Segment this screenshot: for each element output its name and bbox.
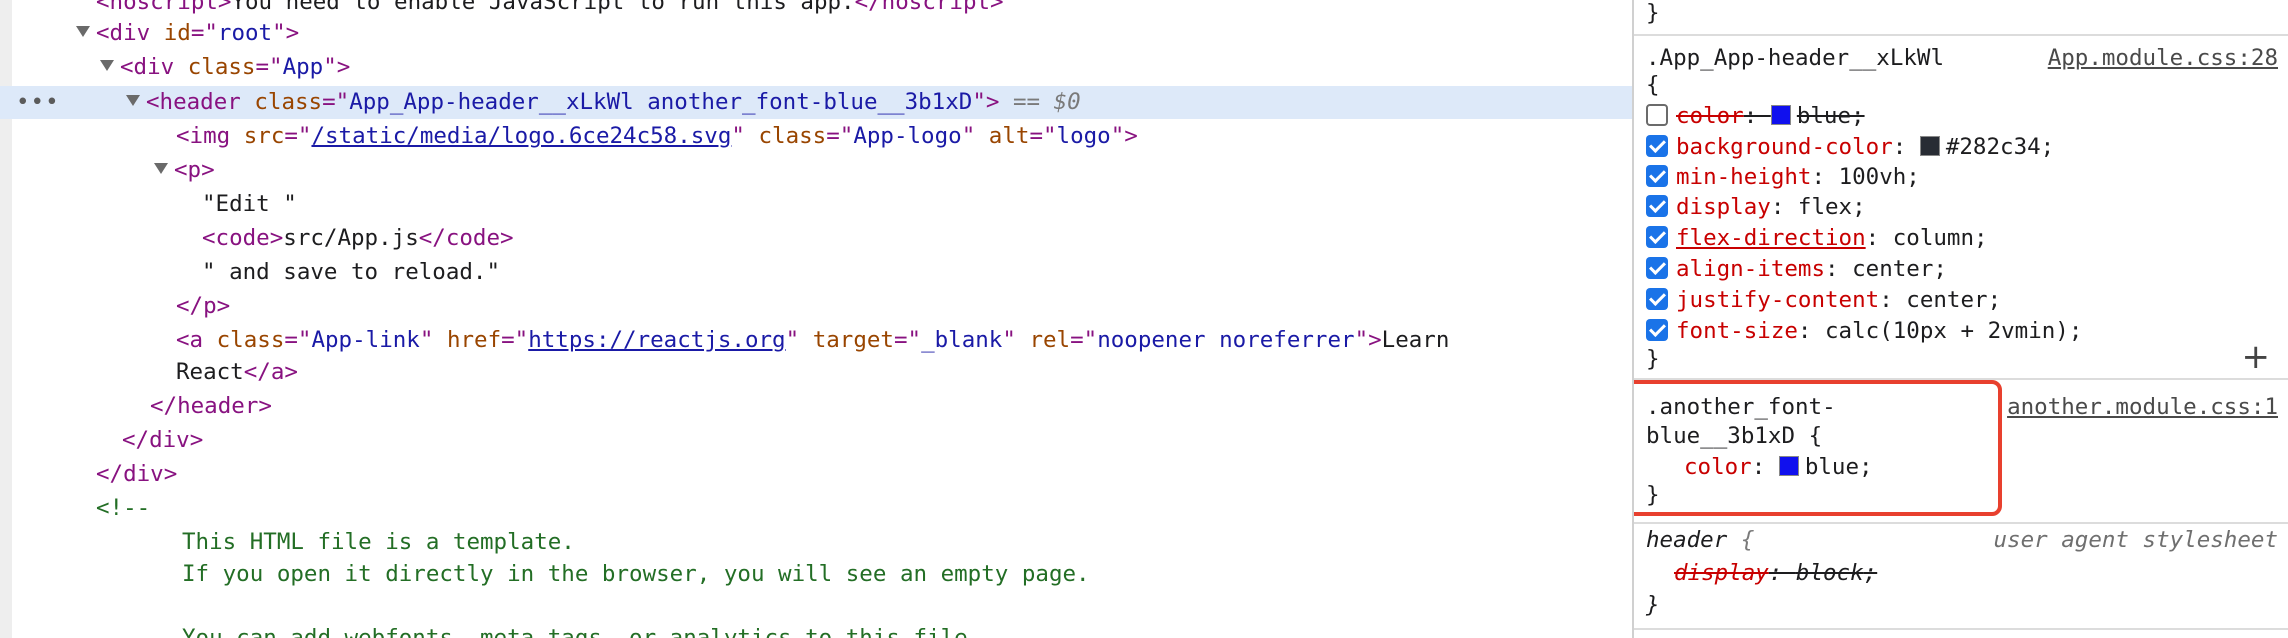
property-checkbox[interactable]	[1646, 225, 1668, 248]
dom-node-img[interactable]: <img src="/static/media/logo.6ce24c58.sv…	[0, 120, 1632, 153]
dom-node-header-close[interactable]: </header>	[0, 390, 1632, 423]
prop-display[interactable]: display: flex;	[1646, 192, 2278, 223]
comment-line	[0, 590, 1632, 623]
source-link-another-module[interactable]: another.module.css:1	[2007, 392, 2278, 423]
dom-node-div-close[interactable]: </div>	[0, 458, 1632, 491]
comment-line: If you open it directly in the browser, …	[182, 561, 1090, 587]
comment-line: This HTML file is a template.	[182, 529, 575, 555]
rule-close-brace: }	[1646, 0, 1660, 26]
expand-triangle-icon[interactable]	[100, 60, 114, 71]
more-options-icon[interactable]: •••	[16, 86, 60, 119]
text-node-react[interactable]: React</a>	[0, 356, 1632, 389]
property-checkbox[interactable]	[1646, 164, 1668, 187]
expand-triangle-icon[interactable]	[126, 95, 140, 106]
annotation-highlight-box	[1634, 380, 2002, 516]
prop-display-block[interactable]: display: block;	[1646, 558, 2278, 589]
rule-header-selector[interactable]: header {user agent stylesheet	[1646, 525, 2278, 556]
dom-node-div-root[interactable]: <div id="root">	[0, 17, 1632, 50]
rule-divider	[1634, 628, 2288, 630]
dom-node-p[interactable]: <p>	[0, 154, 1632, 187]
property-checkbox[interactable]	[1646, 256, 1668, 279]
comment-line: You can add webfonts, meta tags, or anal…	[182, 625, 982, 638]
text-node-edit[interactable]: "Edit "	[0, 188, 1632, 221]
property-checkbox[interactable]	[1646, 318, 1668, 341]
rule-divider	[1634, 522, 2288, 524]
property-checkbox[interactable]	[1646, 134, 1668, 157]
styles-panel: } .App_App-header__xLkWl App.module.css:2…	[1632, 0, 2288, 638]
expand-triangle-icon[interactable]	[76, 26, 90, 37]
color-swatch[interactable]	[1919, 135, 1940, 156]
add-property-icon[interactable]: +	[2242, 340, 2271, 374]
prop-flex-direction[interactable]: flex-direction: column;	[1646, 223, 2278, 254]
dom-node-div-app[interactable]: <div class="App">	[0, 51, 1632, 84]
property-checkbox[interactable]	[1646, 287, 1668, 310]
prop-color[interactable]: color: blue;	[1646, 101, 2278, 132]
comment-open[interactable]: <!--	[0, 492, 1632, 525]
rule-open-brace: {	[1646, 72, 1660, 98]
expand-triangle-icon[interactable]	[154, 163, 168, 174]
dom-node-a[interactable]: <a class="App-link" href="https://reactj…	[0, 324, 1632, 357]
prop-align-items[interactable]: align-items: center;	[1646, 254, 2278, 285]
href-link[interactable]: https://reactjs.org	[528, 327, 785, 353]
img-src-link[interactable]: /static/media/logo.6ce24c58.svg	[311, 123, 731, 149]
rule-divider	[1634, 34, 2288, 36]
text-node-save[interactable]: " and save to reload."	[0, 256, 1632, 289]
prop-justify-content[interactable]: justify-content: center;	[1646, 285, 2278, 316]
prop-min-height[interactable]: min-height: 100vh;	[1646, 162, 2278, 193]
user-agent-source: user agent stylesheet	[1993, 527, 2278, 553]
dom-node-p-close[interactable]: </p>	[0, 290, 1632, 323]
rule-close-brace: }	[1646, 592, 1660, 618]
rule-close-brace: }	[1646, 346, 1660, 372]
elements-panel: <noscript>You need to enable JavaScript …	[0, 0, 1632, 638]
dom-node-div-close[interactable]: </div>	[0, 424, 1632, 457]
prop-font-size[interactable]: font-size: calc(10px + 2vmin);	[1646, 316, 2278, 347]
dom-node-header-selected[interactable]: ••• <header class="App_App-header__xLkWl …	[0, 86, 1632, 119]
prop-background-color[interactable]: background-color: #282c34;	[1646, 132, 2278, 163]
color-swatch[interactable]	[1770, 104, 1791, 125]
dom-node-code[interactable]: <code>src/App.js</code>	[0, 222, 1632, 255]
property-checkbox[interactable]	[1646, 194, 1668, 217]
property-checkbox[interactable]	[1646, 103, 1668, 126]
